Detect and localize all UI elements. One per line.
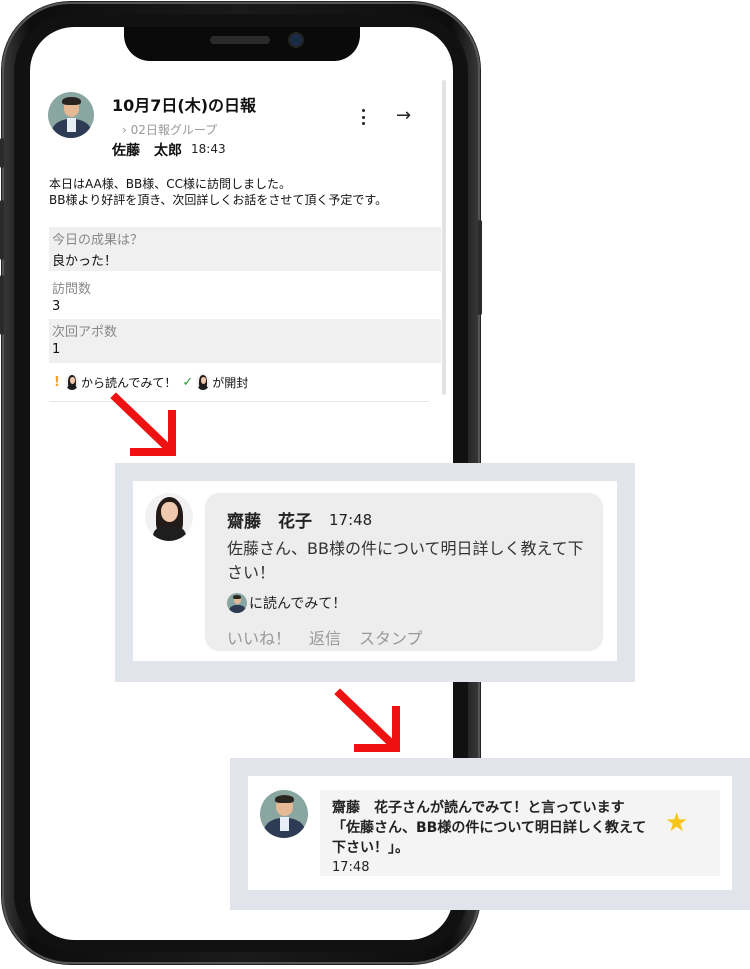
avatar[interactable]	[48, 92, 94, 138]
field-value: 3	[52, 299, 61, 314]
notification-text: 齋藤 花子さんが読んでみて！と言っています「佐藤さん、BB様の件について明日詳し…	[332, 800, 647, 856]
opened-text[interactable]: が開封	[212, 374, 248, 391]
post-time: 18:43	[191, 142, 226, 156]
comment-panel: 齋藤 花子 17:48 佐藤さん、BB様の件について明日詳しく教えて下さい！ に…	[115, 463, 635, 682]
comment-author: 齋藤 花子	[227, 512, 312, 532]
divider	[49, 401, 429, 402]
field-label: 次回アポ数	[52, 325, 118, 340]
notification-panel: 齋藤 花子さんが読んでみて！と言っています「佐藤さん、BB様の件について明日詳し…	[230, 758, 750, 910]
field-result: 今日の成果は？ 良かった！	[49, 227, 441, 271]
group-link[interactable]: › 02日報グループ	[122, 121, 217, 138]
author-name: 佐藤 太郎	[112, 143, 182, 159]
avatar[interactable]	[145, 493, 193, 541]
phone-power-button	[478, 220, 482, 315]
arrow-down-right-icon	[110, 392, 176, 456]
like-button[interactable]: いいね！	[227, 625, 291, 649]
avatar	[260, 790, 308, 838]
checkmark-icon: ✓	[182, 374, 194, 390]
comment-bubble: 齋藤 花子 17:48 佐藤さん、BB様の件について明日詳しく教えて下さい！ に…	[205, 493, 603, 651]
comment-card: 齋藤 花子 17:48 佐藤さん、BB様の件について明日詳しく教えて下さい！ に…	[133, 481, 617, 661]
status-row: ! から読んでみて！ ✓ が開封	[54, 372, 248, 392]
report-title[interactable]: 10月7日(木)の日報	[112, 92, 256, 116]
avatar	[196, 374, 211, 390]
comment-text: 佐藤さん、BB様の件について明日詳しく教えて下さい！	[227, 539, 584, 582]
report-body-line: 本日はAA様、BB様、CC様に訪問しました。	[49, 177, 291, 191]
field-value: 1	[52, 342, 61, 357]
front-camera	[290, 34, 302, 46]
reply-button[interactable]: 返信	[309, 625, 341, 649]
speaker	[210, 36, 270, 44]
arrow-down-right-icon	[334, 688, 400, 752]
phone-notch	[124, 27, 360, 61]
exclamation-icon: !	[54, 374, 60, 390]
scrollbar[interactable]	[442, 80, 446, 395]
comment-time: 17:48	[329, 511, 373, 529]
arrow-right-icon[interactable]: →	[396, 105, 411, 126]
field-label: 訪問数	[52, 282, 92, 297]
comment-actions: いいね！ 返信 スタンプ	[227, 625, 423, 649]
notification-message[interactable]: 齋藤 花子さんが読んでみて！と言っています「佐藤さん、BB様の件について明日詳し…	[320, 790, 720, 876]
phone-side-button	[0, 138, 4, 168]
field-visits: 訪問数 3	[49, 276, 441, 320]
field-label: 今日の成果は？	[52, 233, 144, 248]
notification-card[interactable]: 齋藤 花子さんが読んでみて！と言っています「佐藤さん、BB様の件について明日詳し…	[248, 776, 732, 890]
field-value: 良かった！	[52, 254, 118, 269]
report-body: 本日はAA様、BB様、CC様に訪問しました。 BB様より好評を頂き、次回詳しくお…	[49, 176, 419, 208]
read-request-text: に読んでみて！	[249, 596, 347, 612]
avatar	[64, 374, 79, 390]
phone-volume-down	[0, 275, 4, 335]
stamp-button[interactable]: スタンプ	[359, 625, 423, 649]
more-vertical-icon[interactable]	[356, 107, 370, 127]
phone-volume-up	[0, 200, 4, 260]
field-appointments: 次回アポ数 1	[49, 319, 441, 363]
read-request: に読んでみて！	[227, 593, 346, 613]
star-icon[interactable]: ★	[665, 808, 688, 838]
notification-time: 17:48	[332, 860, 370, 875]
read-request-text[interactable]: から読んでみて！	[81, 374, 176, 391]
report-body-line: BB様より好評を頂き、次回詳しくお話をさせて頂く予定です。	[49, 193, 388, 207]
avatar	[227, 593, 247, 613]
